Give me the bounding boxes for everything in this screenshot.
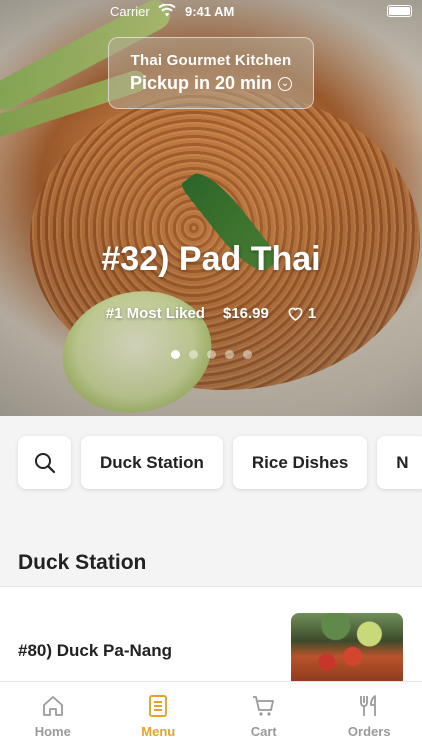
carousel-dot[interactable] xyxy=(224,350,234,359)
pickup-time: Pickup in 20 min xyxy=(129,73,273,93)
tab-label: Orders xyxy=(347,724,391,739)
section-title: Duck Station xyxy=(0,535,422,587)
search-icon xyxy=(34,452,55,473)
carrier-label: Carrier xyxy=(110,4,150,19)
tab-label: Menu xyxy=(141,724,176,739)
home-icon xyxy=(42,696,63,716)
status-bar: Carrier 9:41 AM xyxy=(0,0,422,26)
featured-badge: #1 Most Liked xyxy=(105,305,205,322)
category-chip-rice-dishes[interactable]: Rice Dishes xyxy=(232,436,368,489)
carousel-dot[interactable] xyxy=(242,350,252,359)
menu-item-name: #80) Duck Pa-Nang xyxy=(18,641,172,660)
featured-dish-title: #32) Pad Thai xyxy=(101,240,321,278)
like-count: 1 xyxy=(307,305,317,322)
tab-label: Home xyxy=(34,724,71,739)
tab-label: Cart xyxy=(250,724,277,739)
chevron-down-icon: ⌄ xyxy=(278,76,293,91)
category-chip-duck-station[interactable]: Duck Station xyxy=(81,436,223,489)
tab-menu[interactable]: Menu xyxy=(106,682,212,750)
tab-orders[interactable]: Orders xyxy=(317,682,422,750)
search-button[interactable] xyxy=(18,436,71,489)
carousel-dot[interactable] xyxy=(206,350,216,359)
category-bar: Duck Station Rice Dishes N xyxy=(0,416,422,512)
cart-icon xyxy=(252,696,274,716)
hero-carousel[interactable]: Carrier 9:41 AM Thai Gourmet Kitchen Pic… xyxy=(0,0,422,416)
featured-price: $16.99 xyxy=(222,305,269,322)
category-chip-next[interactable]: N xyxy=(377,436,422,489)
like-button[interactable]: 1 xyxy=(287,305,316,322)
wifi-icon xyxy=(158,3,176,20)
tab-cart[interactable]: Cart xyxy=(211,682,317,750)
menu-item[interactable]: #80) Duck Pa-Nang xyxy=(0,587,422,687)
battery-icon xyxy=(387,5,412,17)
carousel-dot[interactable] xyxy=(170,350,180,359)
pickup-selector[interactable]: Thai Gourmet Kitchen Pickup in 20 min ⌄ xyxy=(108,37,314,109)
tab-bar: Home Menu Cart Orders xyxy=(0,681,422,750)
carousel-dot[interactable] xyxy=(188,350,198,359)
menu-item-photo xyxy=(291,613,403,683)
carousel-page-indicator[interactable] xyxy=(0,350,422,359)
menu-icon xyxy=(149,695,168,717)
heart-icon xyxy=(288,307,303,321)
fork-knife-icon xyxy=(360,695,377,716)
tab-home[interactable]: Home xyxy=(0,682,106,750)
clock: 9:41 AM xyxy=(185,4,235,19)
restaurant-name: Thai Gourmet Kitchen xyxy=(130,52,292,69)
